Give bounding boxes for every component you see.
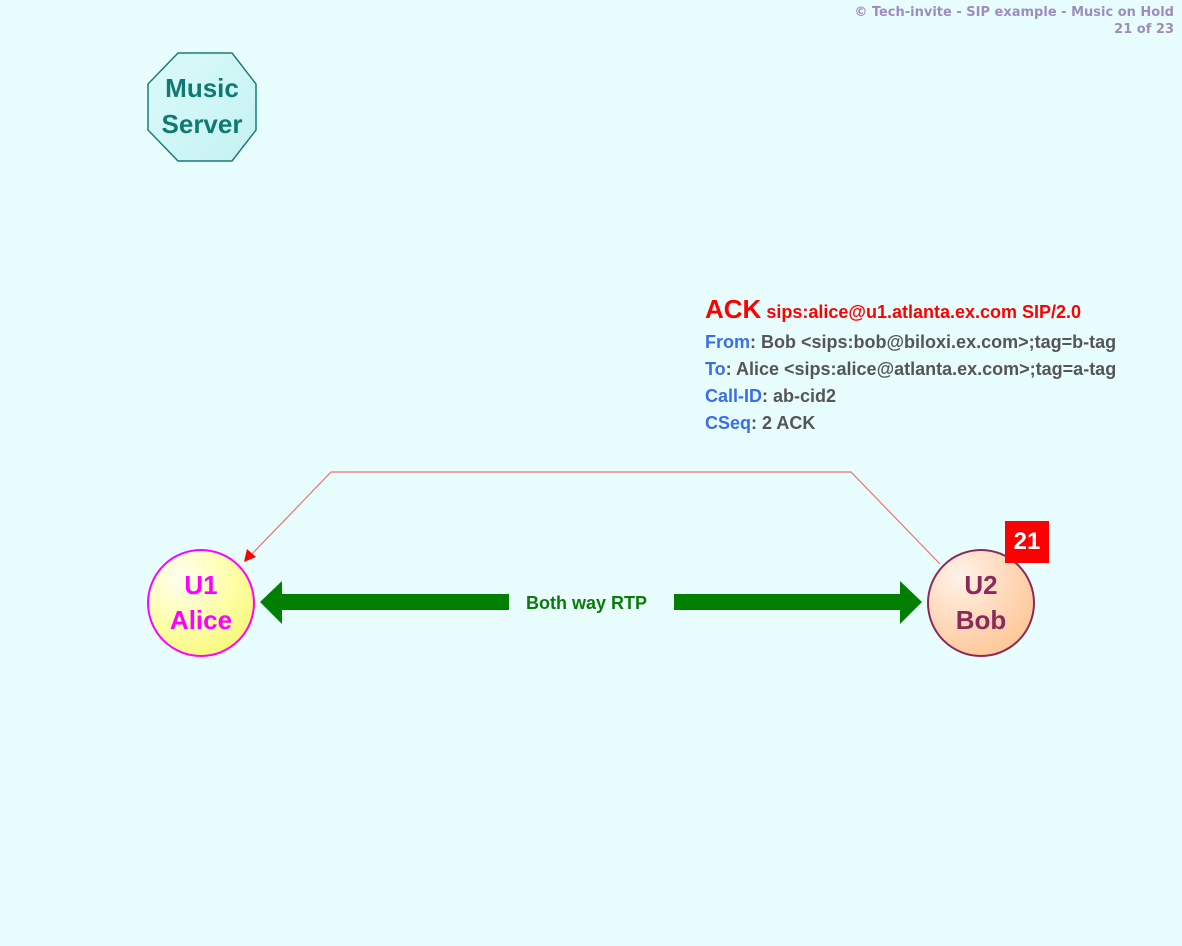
sip-method: ACK (705, 294, 762, 324)
header-value: Alice <sips:alice@atlanta.ex.com>;tag=a-… (735, 359, 1117, 379)
rtp-label: Both way RTP (526, 593, 648, 613)
header-value: 2 ACK (762, 413, 816, 433)
step-badge: 21 (1005, 521, 1049, 563)
bob-circle (927, 549, 1035, 657)
header-sep: : (750, 332, 761, 352)
header-value: ab-cid2 (773, 386, 837, 406)
header-sep: : (762, 386, 774, 406)
music-server-label-line2: Server (162, 109, 243, 139)
header-cseq: CSeq: 2 ACK (705, 410, 1116, 437)
request-uri: sips:alice@u1.atlanta.ex.com SIP/2.0 (766, 302, 1082, 322)
signal-line (251, 471, 941, 565)
alice-label-line1: U1 (184, 570, 217, 600)
header-call-id: Call-ID: ab-cid2 (705, 383, 1116, 410)
header-sep: : (751, 413, 763, 433)
header-sep: : (725, 359, 736, 379)
alice-node: U1 Alice (147, 549, 255, 657)
header-name: To (705, 359, 726, 379)
header-value: Bob <sips:bob@biloxi.ex.com>;tag=b-tag (761, 332, 1117, 352)
sip-message: ACK sips:alice@u1.atlanta.ex.com SIP/2.0… (705, 294, 1116, 437)
header-name: From (705, 332, 750, 352)
rtp-arrowhead-left-icon (260, 581, 282, 624)
header-to: To: Alice <sips:alice@atlanta.ex.com>;ta… (705, 356, 1116, 383)
ack-signal-arrow (244, 471, 941, 565)
rtp-shaft-right (674, 594, 902, 610)
header-from: From: Bob <sips:bob@biloxi.ex.com>;tag=b… (705, 329, 1116, 356)
bob-label-line1: U2 (964, 570, 997, 600)
octagon-shape (147, 52, 257, 162)
header-name: CSeq (705, 413, 752, 433)
alice-circle (147, 549, 255, 657)
music-server-node: Music Server (147, 52, 257, 162)
header-name: Call-ID (705, 386, 763, 406)
request-line: ACK sips:alice@u1.atlanta.ex.com SIP/2.0 (705, 294, 1116, 327)
rtp-shaft-left (281, 594, 509, 610)
call-flow-diagram: Music Server U1 Alice U2 Bob (147, 52, 1035, 657)
music-server-label-line1: Music (165, 73, 239, 103)
bob-label-line2: Bob (956, 605, 1007, 635)
alice-label-line2: Alice (170, 605, 232, 635)
rtp-arrowhead-right-icon (900, 581, 922, 624)
bob-node: U2 Bob (927, 549, 1035, 657)
